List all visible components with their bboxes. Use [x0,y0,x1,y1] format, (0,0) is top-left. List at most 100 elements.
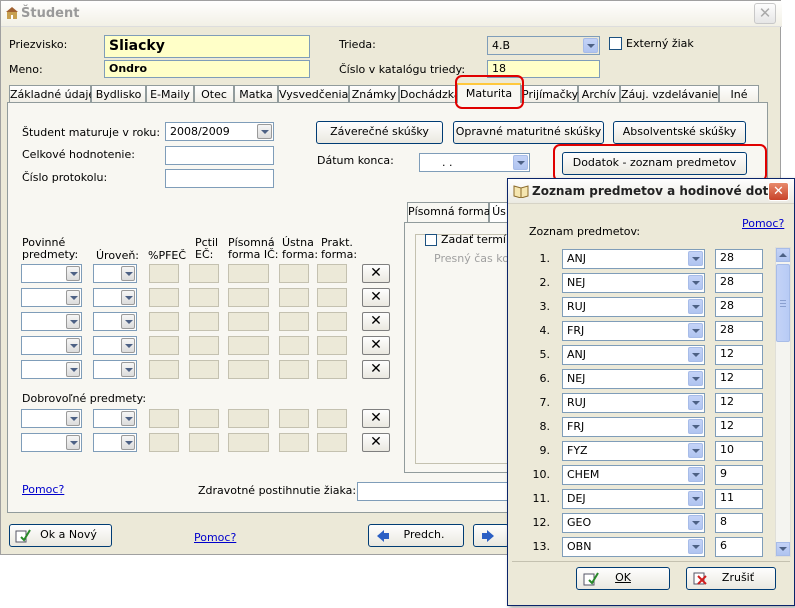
zdravotne-field[interactable] [357,482,517,501]
tab-arch-v[interactable]: Archív [578,85,620,102]
tab-matka[interactable]: Matka [234,85,278,102]
dialog-zrusit-button[interactable]: Zrušiť [686,567,776,590]
hours-field[interactable]: 28 [715,273,763,293]
remove-row-button[interactable]: ✕ [362,288,390,307]
remove-row-button[interactable]: ✕ [362,360,390,379]
tab-otec[interactable]: Otec [194,85,234,102]
chevron-down-icon[interactable] [513,155,528,170]
hours-field[interactable]: 12 [715,393,763,413]
hours-field[interactable]: 28 [715,297,763,317]
chevron-down-icon[interactable] [121,362,135,377]
subtab-pisomna[interactable]: Písomná forma [407,202,490,222]
chevron-down-icon[interactable] [583,38,598,53]
dialog-close-button[interactable]: ✕ [768,182,789,201]
subject-select[interactable]: NEJ [562,369,705,389]
hodnotenie-field[interactable] [165,146,274,165]
subject-select[interactable] [21,409,82,428]
hours-field[interactable]: 9 [715,465,763,485]
chevron-down-icon[interactable] [688,443,703,458]
subject-select[interactable] [21,312,82,331]
meno-field[interactable]: Ondro [104,60,310,78]
chevron-down-icon[interactable] [121,435,135,450]
scroll-down-icon[interactable] [776,542,790,556]
opravne-button[interactable]: Opravné maturitné skúšky [453,121,604,144]
subject-select[interactable] [21,360,82,379]
chevron-down-icon[interactable] [688,275,703,290]
chevron-down-icon[interactable] [688,467,703,482]
chevron-down-icon[interactable] [121,266,135,281]
level-select[interactable] [93,288,137,307]
chevron-down-icon[interactable] [66,411,80,426]
subject-select[interactable]: OBN [562,537,705,557]
tab-doch-dzka[interactable]: Dochádzka [399,85,461,102]
subject-select[interactable]: CHEM [562,465,705,485]
subject-select[interactable]: FRJ [562,321,705,341]
externy-checkbox[interactable] [609,37,622,50]
subtab-ustna[interactable]: Ús [489,202,509,222]
tab-in-[interactable]: Iné [719,85,759,102]
level-select[interactable] [93,433,137,452]
next-button[interactable] [473,524,509,547]
hours-field[interactable]: 12 [715,417,763,437]
chevron-down-icon[interactable] [66,290,80,305]
zaverecne-button[interactable]: Záverečné skúšky [316,121,443,144]
tab-z-kladn-daje[interactable]: Základné údaje [9,85,95,102]
chevron-down-icon[interactable] [688,251,703,266]
tab-vysved-enia[interactable]: Vysvedčenia [278,85,349,102]
chevron-down-icon[interactable] [688,347,703,362]
chevron-down-icon[interactable] [688,515,703,530]
tab-maturita[interactable]: Maturita [457,83,521,103]
chevron-down-icon[interactable] [121,314,135,329]
dialog-scrollbar[interactable] [775,247,791,557]
subject-select[interactable] [21,336,82,355]
pomoc-link[interactable]: Pomoc? [22,483,64,496]
absolventske-button[interactable]: Absolventské skúšky [613,121,746,144]
chevron-down-icon[interactable] [688,371,703,386]
trieda-select[interactable]: 4.B [487,36,600,55]
chevron-down-icon[interactable] [121,290,135,305]
subject-select[interactable]: GEO [562,513,705,533]
subject-select[interactable]: RUJ [562,297,705,317]
zadat-checkbox[interactable] [425,234,437,246]
chevron-down-icon[interactable] [66,266,80,281]
level-select[interactable] [93,264,137,283]
ok-novy-button[interactable]: Ok a Nový [9,524,112,547]
tab-z-uj-vzdel-vanie[interactable]: Záuj. vzdelávanie [620,85,719,102]
subject-select[interactable] [21,264,82,283]
chevron-down-icon[interactable] [688,299,703,314]
tab-bydlisko[interactable]: Bydlisko [91,85,146,102]
dialog-pomoc-link[interactable]: Pomoc? [742,217,784,230]
level-select[interactable] [93,409,137,428]
subject-select[interactable]: ANJ [562,249,705,269]
hours-field[interactable]: 28 [715,249,763,269]
chevron-down-icon[interactable] [688,395,703,410]
chevron-down-icon[interactable] [66,338,80,353]
subject-select[interactable]: FYZ [562,441,705,461]
tab-e-maily[interactable]: E-Maily [146,85,194,102]
predch-button[interactable]: Predch. [368,524,464,547]
close-button[interactable]: ✕ [754,3,776,24]
chevron-down-icon[interactable] [257,124,272,139]
level-select[interactable] [93,312,137,331]
hours-field[interactable]: 6 [715,537,763,557]
remove-row-button[interactable]: ✕ [362,409,390,428]
remove-row-button[interactable]: ✕ [362,336,390,355]
priezvisko-field[interactable]: Sliacky [104,35,310,58]
level-select[interactable] [93,336,137,355]
chevron-down-icon[interactable] [66,362,80,377]
chevron-down-icon[interactable] [66,314,80,329]
chevron-down-icon[interactable] [688,323,703,338]
subject-select[interactable]: ANJ [562,345,705,365]
chevron-down-icon[interactable] [688,539,703,554]
subject-select[interactable]: FRJ [562,417,705,437]
subject-select[interactable]: NEJ [562,273,705,293]
tab-zn-mky[interactable]: Známky [349,85,399,102]
chevron-down-icon[interactable] [688,419,703,434]
subject-select[interactable] [21,433,82,452]
dialog-ok-button[interactable]: OK [576,567,670,590]
chevron-down-icon[interactable] [121,338,135,353]
hours-field[interactable]: 28 [715,321,763,341]
protokol-field[interactable] [165,169,274,188]
chevron-down-icon[interactable] [688,491,703,506]
rok-select[interactable]: 2008/2009 [165,122,274,141]
